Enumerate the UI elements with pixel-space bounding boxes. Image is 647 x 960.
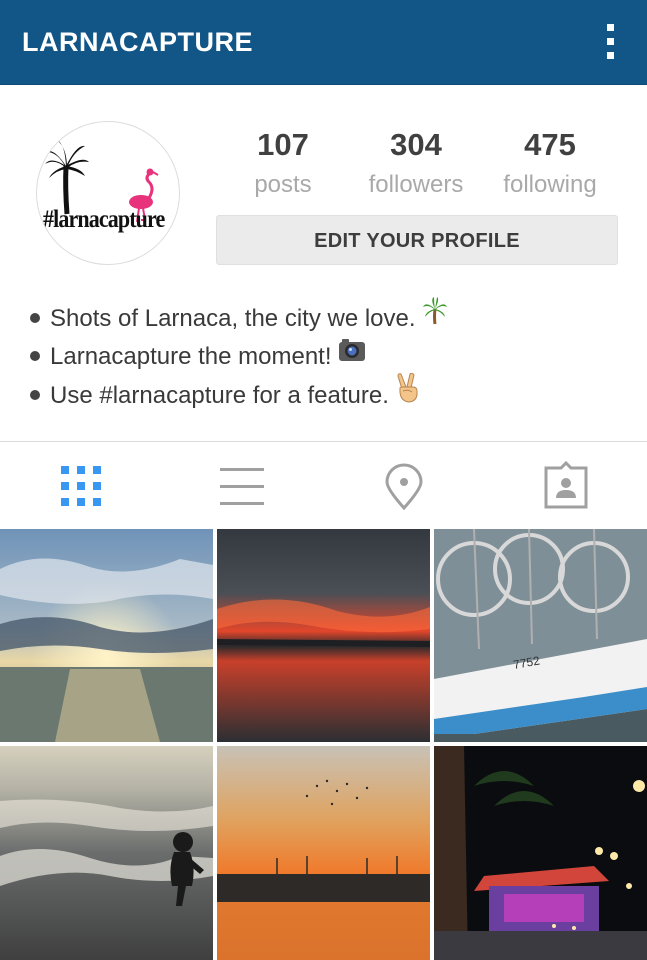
palm-flamingo-logo [43,140,159,223]
avatar-logo-text: #larnacapture [43,206,165,233]
followers-number: 304 [390,127,442,162]
photo-thumbnail[interactable] [434,746,647,960]
following-count[interactable]: 475 following [485,128,615,200]
camera-icon [338,337,366,373]
person-tag-icon [544,460,588,509]
profile-bio: Shots of Larnaca, the city we love. Larn… [30,297,620,417]
followers-count[interactable]: 304 followers [351,128,481,200]
tab-list-view[interactable] [212,456,272,516]
bullet-icon [30,351,40,361]
photo-thumbnail[interactable] [217,529,430,742]
photo-thumbnail[interactable] [0,746,213,960]
following-number: 475 [524,127,576,162]
edit-profile-button[interactable]: EDIT YOUR PROFILE [216,215,618,265]
location-pin-icon [385,463,423,511]
tab-tagged-photos[interactable] [536,456,596,516]
more-options-icon[interactable] [603,22,617,62]
posts-count: 107 posts [218,128,348,200]
posts-label: posts [254,171,312,198]
section-divider [0,441,647,442]
posts-number: 107 [257,127,309,162]
bullet-icon [30,312,40,323]
bio-line: Use #larnacapture for a feature. [30,372,620,417]
palm-tree-icon [422,297,448,336]
photo-thumbnail[interactable] [0,529,213,742]
followers-label: followers [368,171,464,198]
app-bar: LARNACAPTURE [0,0,647,85]
profile-username-title: LARNACAPTURE [22,27,253,57]
photo-thumbnail[interactable] [217,746,430,960]
bio-text: Shots of Larnaca, the city we love. [50,304,416,332]
photo-grid: 7752 [0,529,647,960]
avatar[interactable]: #larnacapture [36,121,180,265]
following-label: following [503,171,597,198]
bullet-icon [30,389,40,400]
bio-line: Larnacapture the moment! [30,337,620,376]
photo-thumbnail[interactable]: 7752 [434,529,647,742]
tab-photo-map[interactable] [374,456,434,516]
grid-icon [61,466,101,506]
list-icon [220,468,264,505]
bio-text: Use #larnacapture for a feature. [50,381,389,409]
bio-line: Shots of Larnaca, the city we love. [30,297,620,339]
tab-grid-view[interactable] [51,456,111,516]
victory-hand-icon [395,372,421,414]
bio-text: Larnacapture the moment! [50,343,332,370]
